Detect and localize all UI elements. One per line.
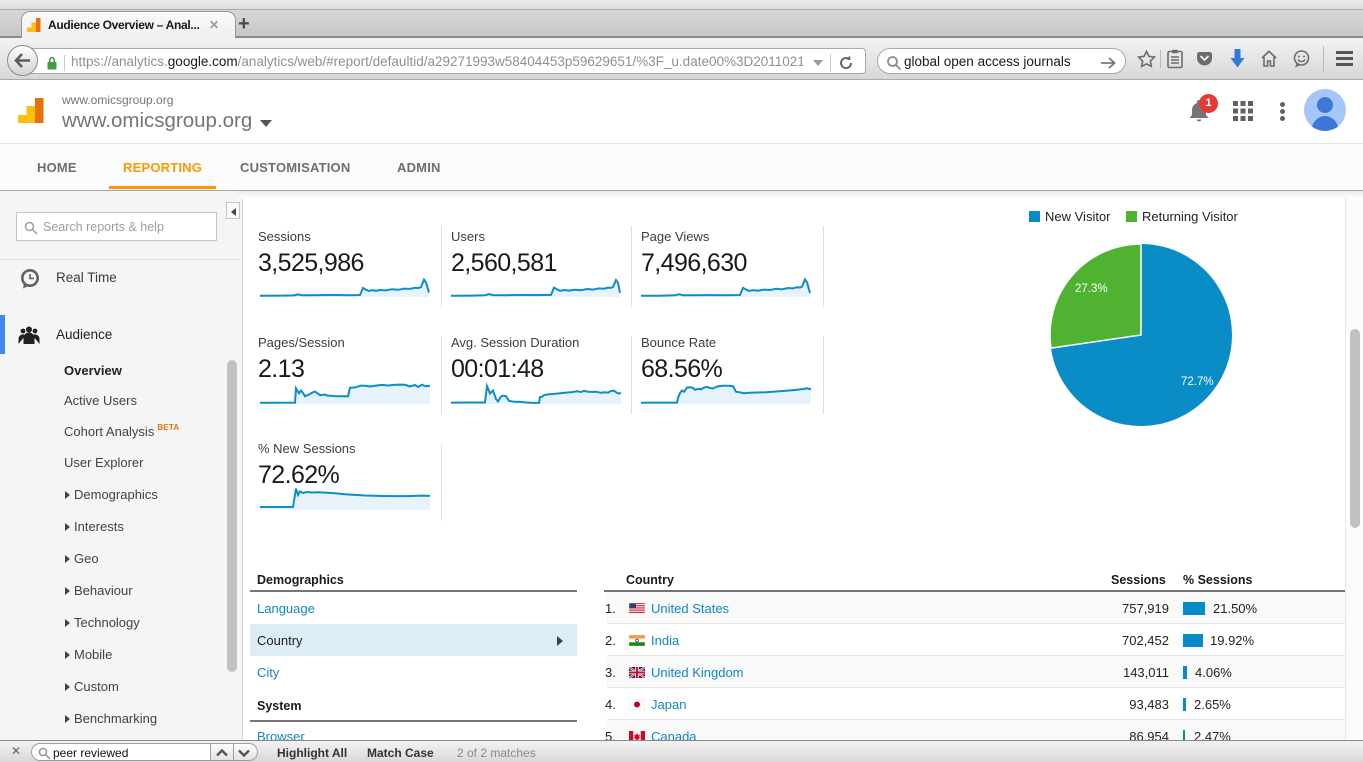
svg-text:27.3%: 27.3%	[1075, 283, 1108, 295]
svg-text:72.7%: 72.7%	[1181, 376, 1214, 388]
